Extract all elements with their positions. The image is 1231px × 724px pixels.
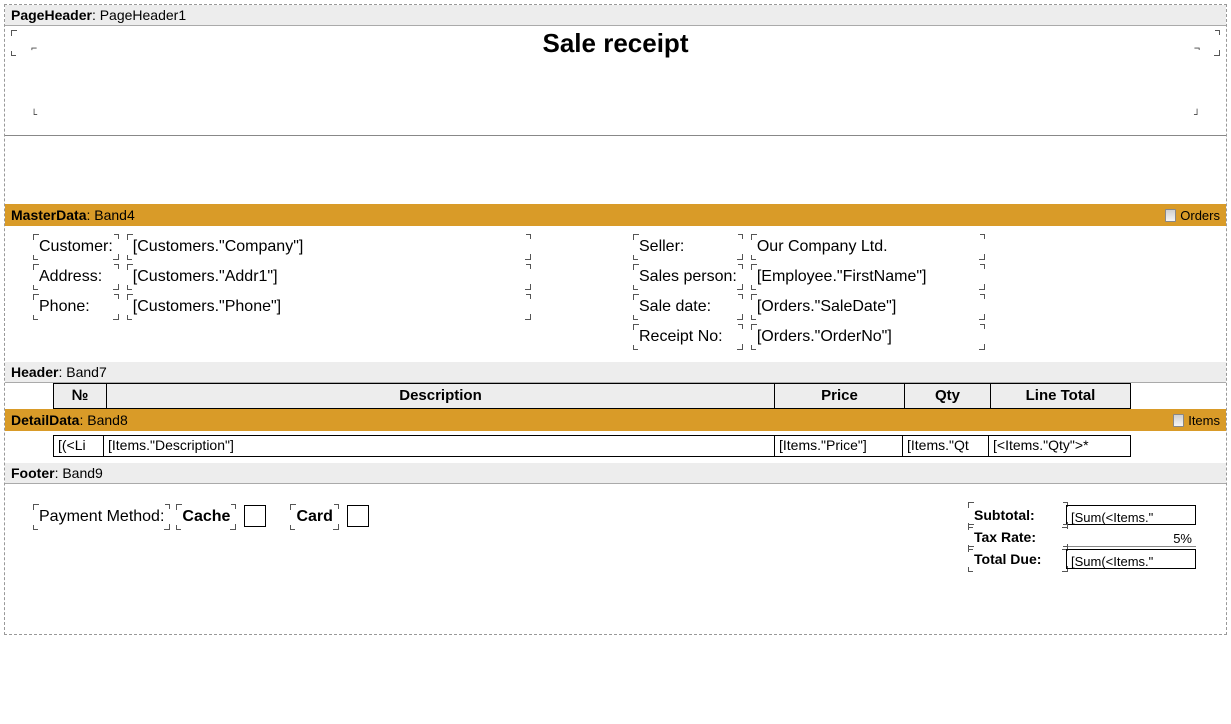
field-taxrate[interactable]: 5%: [1066, 527, 1196, 547]
col-linetotal[interactable]: Line Total: [991, 384, 1130, 408]
band-type: Footer: [11, 465, 55, 481]
dataset-link[interactable]: Items: [1173, 413, 1220, 428]
header-band[interactable]: Header: Band7 № Description Price Qty Li…: [5, 362, 1226, 409]
field-saledate[interactable]: [Orders."SaleDate"]: [753, 296, 983, 318]
cell-linetotal[interactable]: [<Items."Qty">*: [989, 436, 1128, 456]
label-payment-method[interactable]: Payment Method:: [35, 506, 168, 528]
header-body[interactable]: № Description Price Qty Line Total: [5, 383, 1226, 409]
field-customer[interactable]: [Customers."Company"]: [129, 236, 529, 258]
detail-data-band[interactable]: DetailData: Band8 Items [(<Li [Items."De…: [5, 409, 1226, 463]
band-name: : PageHeader1: [92, 7, 186, 23]
label-saledate[interactable]: Sale date:: [635, 296, 741, 318]
label-salesperson[interactable]: Sales person:: [635, 266, 741, 288]
checkbox-card[interactable]: [347, 505, 369, 527]
report-page[interactable]: PageHeader: PageHeader1 ⌐¬└┘ Sale receip…: [4, 4, 1227, 635]
field-address[interactable]: [Customers."Addr1"]: [129, 266, 529, 288]
col-qty[interactable]: Qty: [905, 384, 991, 408]
footer-band[interactable]: Footer: Band9 Payment Method: Cache Card…: [5, 463, 1226, 634]
field-subtotal[interactable]: [Sum(<Items.": [1066, 505, 1196, 525]
page-header-band-caption[interactable]: PageHeader: PageHeader1: [5, 5, 1226, 26]
field-totaldue[interactable]: [Sum(<Items.": [1066, 549, 1196, 569]
detail-body[interactable]: [(<Li [Items."Description"] [Items."Pric…: [5, 431, 1226, 463]
page-header-body[interactable]: ⌐¬└┘ Sale receipt: [5, 26, 1226, 136]
title-text: Sale receipt: [543, 28, 689, 58]
band-type: DetailData: [11, 412, 79, 428]
band-name: : Band9: [55, 465, 103, 481]
master-data-band[interactable]: MasterData: Band4 Orders Customer: Addre…: [5, 204, 1226, 362]
col-num[interactable]: №: [54, 384, 107, 408]
master-data-band-caption[interactable]: MasterData: Band4 Orders: [5, 204, 1226, 226]
label-customer[interactable]: Customer:: [35, 236, 117, 258]
header-band-caption[interactable]: Header: Band7: [5, 362, 1226, 383]
detail-band-caption[interactable]: DetailData: Band8 Items: [5, 409, 1226, 431]
cell-line[interactable]: [(<Li: [54, 436, 104, 456]
column-headers[interactable]: № Description Price Qty Line Total: [53, 383, 1131, 409]
field-receiptno[interactable]: [Orders."OrderNo"]: [753, 326, 983, 348]
col-description[interactable]: Description: [107, 384, 775, 408]
label-totaldue[interactable]: Total Due:: [970, 548, 1066, 570]
band-type: Header: [11, 364, 58, 380]
col-price[interactable]: Price: [775, 384, 905, 408]
field-phone[interactable]: [Customers."Phone"]: [129, 296, 529, 318]
cell-price[interactable]: [Items."Price"]: [775, 436, 903, 456]
band-gap[interactable]: [5, 136, 1226, 204]
label-address[interactable]: Address:: [35, 266, 117, 288]
band-type: PageHeader: [11, 7, 92, 23]
title-field[interactable]: Sale receipt: [13, 32, 1218, 54]
band-name: : Band8: [79, 412, 127, 428]
checkbox-cache[interactable]: [244, 505, 266, 527]
label-card[interactable]: Card: [292, 506, 336, 528]
footer-band-caption[interactable]: Footer: Band9: [5, 463, 1226, 484]
field-salesperson[interactable]: [Employee."FirstName"]: [753, 266, 983, 288]
master-data-body[interactable]: Customer: Address: Phone: [Customers."Co…: [5, 226, 1226, 362]
cell-qty[interactable]: [Items."Qt: [903, 436, 989, 456]
dataset-link[interactable]: Orders: [1165, 208, 1220, 223]
label-taxrate[interactable]: Tax Rate:: [970, 526, 1066, 548]
footer-body[interactable]: Payment Method: Cache Card Subtotal: [Su…: [5, 484, 1226, 634]
band-type: MasterData: [11, 207, 86, 223]
detail-row[interactable]: [(<Li [Items."Description"] [Items."Pric…: [53, 435, 1131, 457]
label-subtotal[interactable]: Subtotal:: [970, 504, 1066, 526]
dataset-icon: [1165, 209, 1176, 222]
page-header-band[interactable]: PageHeader: PageHeader1 ⌐¬└┘ Sale receip…: [5, 5, 1226, 136]
field-seller[interactable]: Our Company Ltd.: [753, 236, 983, 258]
band-name: : Band4: [86, 207, 134, 223]
dataset-icon: [1173, 414, 1184, 427]
band-name: : Band7: [58, 364, 106, 380]
dataset-name: Items: [1188, 413, 1220, 428]
label-phone[interactable]: Phone:: [35, 296, 117, 318]
label-seller[interactable]: Seller:: [635, 236, 741, 258]
cell-description[interactable]: [Items."Description"]: [104, 436, 775, 456]
label-cache[interactable]: Cache: [178, 506, 234, 528]
label-receiptno[interactable]: Receipt No:: [635, 326, 741, 348]
dataset-name: Orders: [1180, 208, 1220, 223]
